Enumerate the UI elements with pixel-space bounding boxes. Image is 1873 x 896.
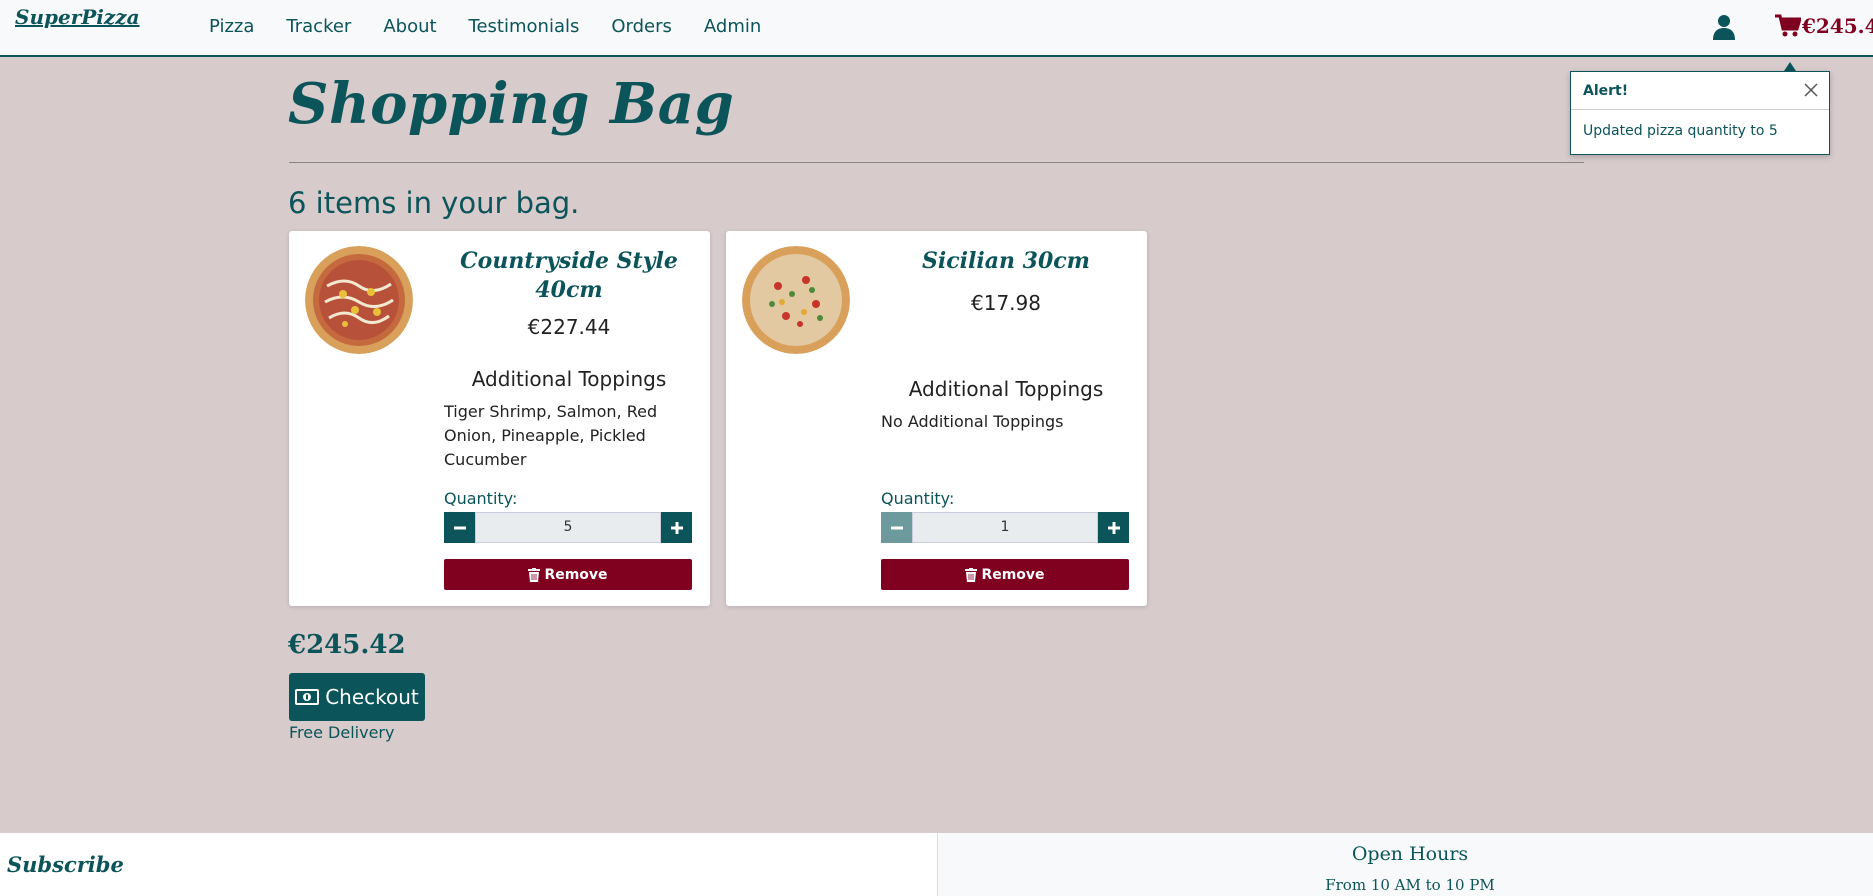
quantity-input[interactable]: 1 bbox=[912, 512, 1098, 543]
navbar: SuperPizza Pizza Tracker About Testimoni… bbox=[0, 0, 1873, 57]
bag-item-card: Countryside Style 40cm €227.44 Additiona… bbox=[289, 231, 710, 606]
toast-title: Alert! bbox=[1583, 83, 1629, 99]
pizza-name: Sicilian 30cm bbox=[922, 248, 1090, 274]
toppings-heading: Additional Toppings bbox=[908, 377, 1104, 401]
remove-label: Remove bbox=[981, 566, 1045, 583]
page-title: Shopping Bag bbox=[288, 71, 735, 137]
quantity-stepper: 5 bbox=[444, 512, 692, 543]
cart-total: €245.42 bbox=[1802, 14, 1873, 38]
trash-icon bbox=[965, 567, 978, 582]
trash-icon bbox=[528, 567, 541, 582]
remove-label: Remove bbox=[544, 566, 608, 583]
toast-header: Alert! bbox=[1571, 72, 1829, 110]
quantity-input[interactable]: 5 bbox=[475, 512, 661, 543]
bag-total: €245.42 bbox=[288, 630, 406, 660]
quantity-label: Quantity: bbox=[444, 489, 518, 508]
pizza-name: Countryside Style 40cm bbox=[460, 248, 678, 303]
nav-link-testimonials[interactable]: Testimonials bbox=[469, 16, 580, 37]
quantity-label: Quantity: bbox=[881, 489, 955, 508]
nav-link-pizza[interactable]: Pizza bbox=[209, 16, 254, 37]
items-count: 6 items in your bag. bbox=[288, 186, 580, 220]
cart-icon bbox=[1775, 14, 1801, 37]
minus-icon bbox=[890, 526, 903, 529]
pizza-price: €17.98 bbox=[971, 291, 1041, 315]
subscribe-heading: Subscribe bbox=[7, 852, 124, 877]
pizza-price: €227.44 bbox=[527, 315, 611, 339]
plus-icon bbox=[670, 521, 683, 534]
increase-quantity-button[interactable] bbox=[661, 512, 692, 543]
bag-item-card: Sicilian 30cm €17.98 Additional Toppings… bbox=[726, 231, 1147, 606]
remove-button[interactable]: Remove bbox=[444, 559, 692, 590]
nav-link-admin[interactable]: Admin bbox=[704, 16, 761, 37]
toppings-heading: Additional Toppings bbox=[471, 367, 667, 391]
pizza-image bbox=[742, 246, 850, 354]
nav-links: Pizza Tracker About Testimonials Orders … bbox=[209, 16, 793, 37]
quantity-stepper: 1 bbox=[881, 512, 1129, 543]
open-hours-text: From 10 AM to 10 PM bbox=[1325, 876, 1495, 894]
nav-link-about[interactable]: About bbox=[383, 16, 436, 37]
toast-arrow bbox=[1784, 62, 1796, 71]
toppings-list: No Additional Toppings bbox=[881, 412, 1064, 431]
toast-message: Updated pizza quantity to 5 bbox=[1583, 123, 1778, 139]
title-divider bbox=[289, 162, 1584, 163]
decrease-quantity-button[interactable] bbox=[444, 512, 475, 543]
minus-icon bbox=[453, 526, 466, 529]
checkout-label: Checkout bbox=[325, 685, 419, 709]
cart-button[interactable]: €245.42 bbox=[1775, 14, 1873, 38]
decrease-quantity-button[interactable] bbox=[881, 512, 912, 543]
checkout-button[interactable]: Checkout bbox=[289, 673, 425, 721]
brand-logo[interactable]: SuperPizza bbox=[15, 5, 140, 29]
open-hours-heading: Open Hours bbox=[1351, 843, 1469, 865]
toppings-list: Tiger Shrimp, Salmon, Red Onion, Pineapp… bbox=[444, 402, 658, 469]
increase-quantity-button[interactable] bbox=[1098, 512, 1129, 543]
plus-icon bbox=[1107, 521, 1120, 534]
footer-subscribe-section bbox=[0, 833, 937, 896]
remove-button[interactable]: Remove bbox=[881, 559, 1129, 590]
close-icon[interactable] bbox=[1801, 80, 1821, 100]
nav-link-tracker[interactable]: Tracker bbox=[286, 16, 351, 37]
alert-toast: Alert! Updated pizza quantity to 5 bbox=[1570, 71, 1830, 155]
money-icon bbox=[295, 689, 320, 705]
delivery-note: Free Delivery bbox=[289, 723, 395, 742]
nav-link-orders[interactable]: Orders bbox=[611, 16, 672, 37]
pizza-image bbox=[305, 246, 413, 354]
user-icon[interactable] bbox=[1712, 14, 1736, 40]
